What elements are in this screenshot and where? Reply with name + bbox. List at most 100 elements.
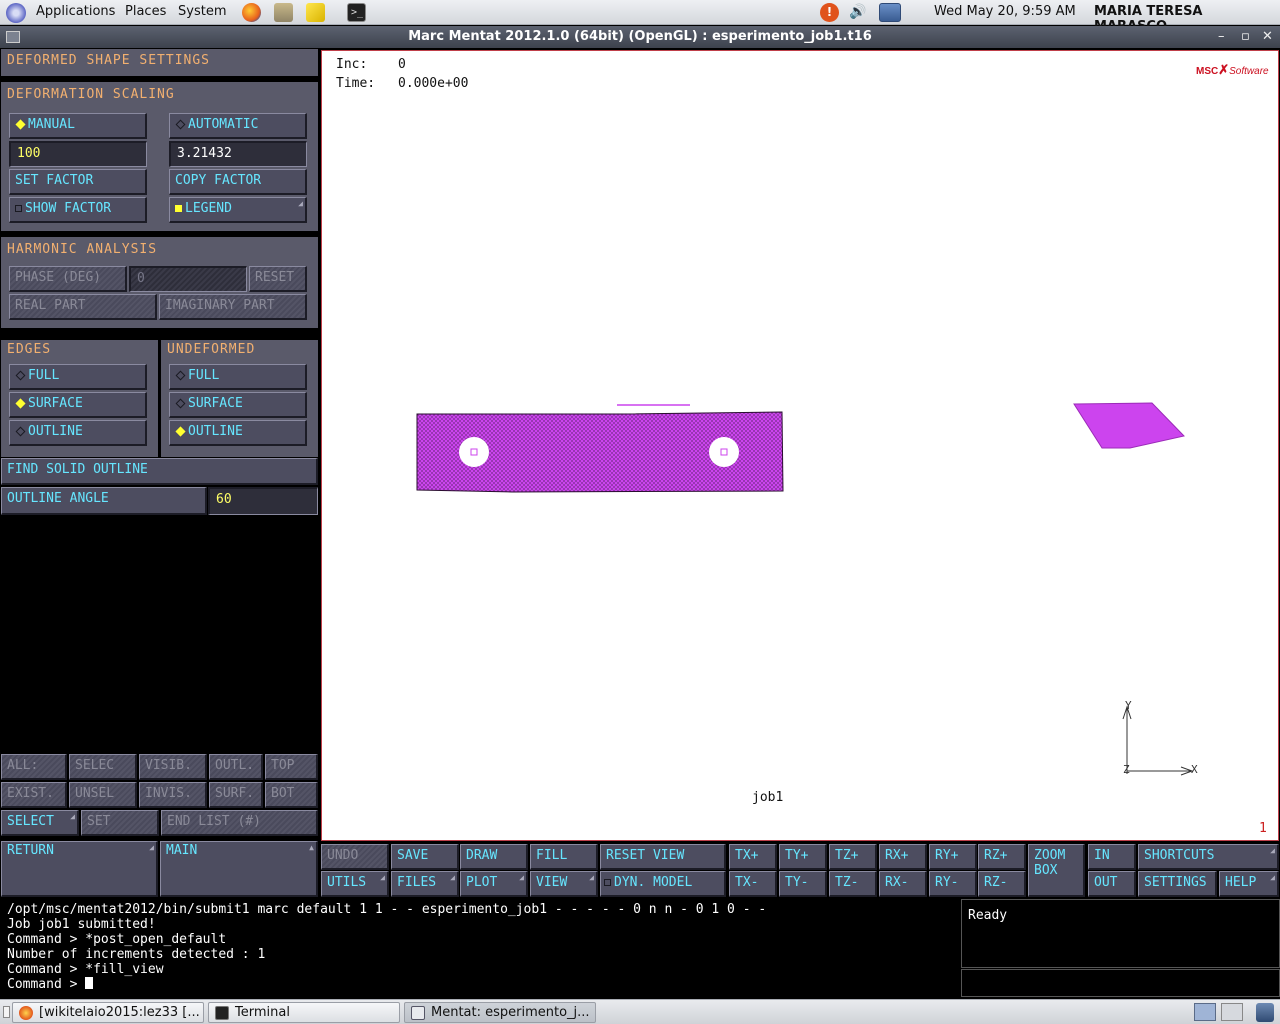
show-desktop-icon[interactable] [3,1006,10,1018]
submenu-corner-icon: ◢ [149,843,154,852]
set-factor-button[interactable]: SET FACTOR [9,169,147,195]
outline-angle-field[interactable]: 60 [208,487,318,515]
minimize-icon[interactable]: – [1218,26,1225,48]
undo-button: UNDO [321,844,389,870]
reset-view-button[interactable]: RESET VIEW [600,844,726,870]
task-mentat[interactable]: Mentat: esperimento_j... [404,1002,596,1023]
edges-surface-radio[interactable]: SURFACE [9,392,147,418]
settings-button[interactable]: SETTINGS [1138,871,1217,897]
tx-minus-button[interactable]: TX- [729,871,777,897]
file-manager-icon[interactable] [274,3,293,22]
viewport-number: 1 [1259,821,1267,836]
zoom-box-button[interactable]: ZOOM BOX [1028,844,1085,897]
copy-factor-button[interactable]: COPY FACTOR [169,169,307,195]
edges-full-radio[interactable]: FULL [9,364,147,390]
help-button[interactable]: HELP ◢ [1219,871,1279,897]
rz-minus-button[interactable]: RZ- [978,871,1026,897]
deformed-plate-model [416,404,784,493]
panel-title: DEFORMED SHAPE SETTINGS [7,53,211,68]
undeformed-outline-radio[interactable]: OUTLINE [169,420,307,446]
checkbox-icon [604,878,611,886]
network-icon[interactable] [879,3,901,22]
return-button[interactable]: RETURN ◢ [1,841,158,897]
manual-radio[interactable]: MANUAL [9,113,147,139]
legend-toggle[interactable]: LEGEND ◢ [169,197,307,223]
ry-plus-button[interactable]: RY+ [929,844,977,870]
command-input-line[interactable]: Command > [7,977,953,992]
legend-label: LEGEND [185,201,232,216]
workspace-1[interactable] [1194,1003,1216,1021]
window-menu-icon[interactable] [6,31,20,43]
tz-minus-button[interactable]: TZ- [829,871,877,897]
outline-angle-button[interactable]: OUTLINE ANGLE [1,487,207,515]
places-menu[interactable]: Places [125,4,166,19]
zoom-out-button[interactable]: OUT [1088,871,1136,897]
undeformed-full-label: FULL [188,368,220,383]
undeformed-full-radio[interactable]: FULL [169,364,307,390]
close-icon[interactable]: ✕ [1262,26,1273,48]
utils-button[interactable]: UTILS ◢ [321,871,389,897]
show-factor-toggle[interactable]: SHOW FACTOR [9,197,147,223]
gnome-foot-icon[interactable] [6,3,26,23]
show-factor-label: SHOW FACTOR [25,201,112,216]
shortcuts-button[interactable]: SHORTCUTS ◢ [1138,844,1279,870]
applications-menu[interactable]: Applications [36,4,115,19]
menu-panel: DEFORMED SHAPE SETTINGS DEFORMATION SCAL… [0,49,320,899]
plot-button[interactable]: PLOT ◢ [460,871,528,897]
end-list-button: END LIST (#) [161,810,318,836]
panel-title-section: DEFORMED SHAPE SETTINGS [1,49,318,76]
fill-button[interactable]: FILL [530,844,598,870]
find-solid-outline-button[interactable]: FIND SOLID OUTLINE [1,458,318,485]
firefox-icon[interactable] [242,3,261,22]
edges-outline-radio[interactable]: OUTLINE [9,420,147,446]
ty-plus-button[interactable]: TY+ [779,844,827,870]
rx-minus-button[interactable]: RX- [879,871,927,897]
main-button[interactable]: MAIN ▲ [160,841,318,897]
system-menu[interactable]: System [178,4,226,19]
submenu-corner-icon: ◢ [70,812,75,821]
rz-plus-button[interactable]: RZ+ [978,844,1026,870]
task-terminal[interactable]: Terminal [208,1002,400,1023]
trash-icon[interactable] [1256,1003,1274,1022]
select-top-button: TOP [265,754,318,780]
right-hole [709,437,739,467]
mentat-window-icon [411,1006,425,1020]
submenu-corner-icon: ◢ [589,873,594,882]
command-console[interactable]: /opt/msc/mentat2012/bin/submit1 marc def… [0,899,960,997]
select-button[interactable]: SELECT ◢ [1,810,79,836]
tx-plus-button[interactable]: TX+ [729,844,777,870]
radio-on-icon [15,119,26,129]
update-alert-icon[interactable]: ! [820,3,839,22]
harmonic-analysis-header: HARMONIC ANALYSIS [7,242,158,257]
files-button[interactable]: FILES ◢ [391,871,459,897]
manual-factor-field[interactable]: 100 [9,141,147,167]
window-titlebar[interactable]: Marc Mentat 2012.1.0 (64bit) (OpenGL) : … [0,26,1280,48]
workspace-2[interactable] [1221,1003,1243,1021]
static-toolbar: UNDO SAVE DRAW FILL RESET VIEW TX+ TY+ T… [320,842,1280,898]
ry-minus-button[interactable]: RY- [929,871,977,897]
volume-icon[interactable]: 🔊 [849,3,868,22]
clock[interactable]: Wed May 20, 9:59 AM [934,4,1076,19]
edges-section: EDGES FULL SURFACE OUTLINE [1,340,158,457]
status-box [961,899,1280,968]
dyn-model-toggle[interactable]: DYN. MODEL [600,871,726,897]
maximize-icon[interactable]: ▫ [1241,26,1250,48]
ty-minus-button[interactable]: TY- [779,871,827,897]
rx-plus-button[interactable]: RX+ [879,844,927,870]
undeformed-surface-radio[interactable]: SURFACE [169,392,307,418]
graphics-viewport[interactable]: Inc: 0 Time: 0.000e+00 MSC✗Software Y X … [321,50,1279,841]
automatic-radio[interactable]: AUTOMATIC [169,113,307,139]
view-button[interactable]: VIEW ◢ [530,871,598,897]
set-button: SET [81,810,159,836]
save-button[interactable]: SAVE [391,844,459,870]
radio-off-icon [15,426,26,436]
task-browser[interactable]: [wikitelaio2015:lez33 [... [12,1002,204,1023]
top-panel: Applications Places System >_ ! 🔊 Wed Ma… [0,0,1280,34]
zoom-in-button[interactable]: IN [1088,844,1136,870]
terminal-icon[interactable]: >_ [347,3,366,22]
tz-plus-button[interactable]: TZ+ [829,844,877,870]
draw-button[interactable]: DRAW [460,844,528,870]
real-part-button: REAL PART [9,294,157,320]
text-editor-icon[interactable] [306,3,325,22]
select-all-button: ALL: [1,754,67,780]
